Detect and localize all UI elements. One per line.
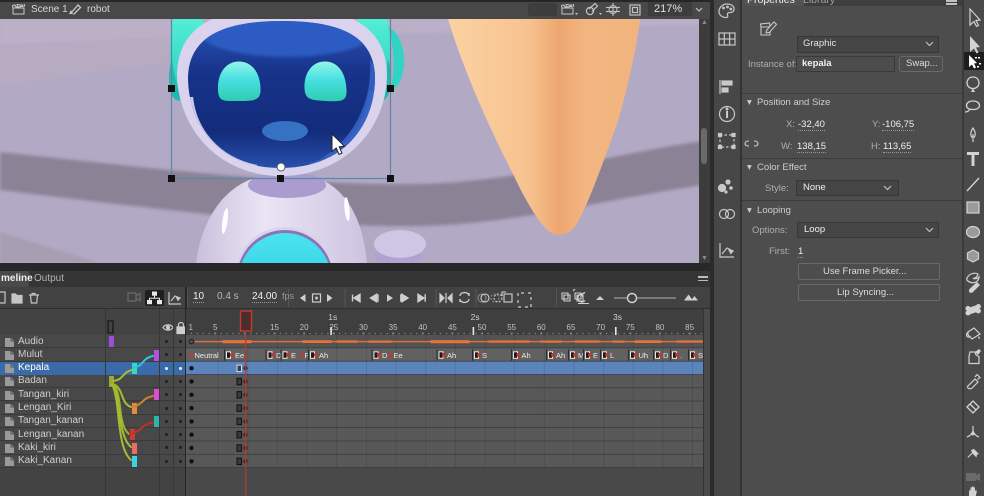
svg-text:5: 5 bbox=[213, 323, 218, 332]
svg-text:E: E bbox=[291, 351, 296, 360]
svg-text:30: 30 bbox=[359, 323, 368, 332]
svg-text:Ee: Ee bbox=[235, 351, 244, 360]
svg-text:35: 35 bbox=[389, 323, 398, 332]
svg-text:Ee: Ee bbox=[394, 351, 403, 360]
svg-text:80: 80 bbox=[655, 323, 664, 332]
svg-text:Neutral: Neutral bbox=[195, 351, 220, 360]
svg-text:S: S bbox=[482, 351, 487, 360]
svg-text:60: 60 bbox=[537, 323, 546, 332]
svg-text:Ah: Ah bbox=[522, 351, 531, 360]
svg-text:85: 85 bbox=[685, 323, 694, 332]
svg-text:1s: 1s bbox=[328, 312, 337, 322]
svg-text:1: 1 bbox=[189, 323, 194, 332]
svg-text:Ah: Ah bbox=[319, 351, 328, 360]
svg-text:D: D bbox=[663, 351, 669, 360]
svg-text:50: 50 bbox=[478, 323, 487, 332]
svg-text:40: 40 bbox=[418, 323, 427, 332]
svg-text:.: . bbox=[680, 351, 682, 360]
svg-text:55: 55 bbox=[507, 323, 516, 332]
svg-text:20: 20 bbox=[300, 323, 309, 332]
svg-text:S: S bbox=[698, 351, 703, 360]
svg-text:Ah: Ah bbox=[556, 351, 565, 360]
svg-text:3s: 3s bbox=[613, 312, 622, 322]
svg-text:15: 15 bbox=[270, 323, 279, 332]
svg-text:L: L bbox=[610, 351, 614, 360]
svg-text:2s: 2s bbox=[471, 312, 480, 322]
svg-text:75: 75 bbox=[626, 323, 635, 332]
svg-text:45: 45 bbox=[448, 323, 457, 332]
svg-text:Uh: Uh bbox=[639, 351, 649, 360]
svg-text:70: 70 bbox=[596, 323, 605, 332]
svg-text:65: 65 bbox=[567, 323, 576, 332]
svg-text:D: D bbox=[382, 351, 388, 360]
svg-text:E: E bbox=[593, 351, 598, 360]
svg-text:Ah: Ah bbox=[447, 351, 456, 360]
